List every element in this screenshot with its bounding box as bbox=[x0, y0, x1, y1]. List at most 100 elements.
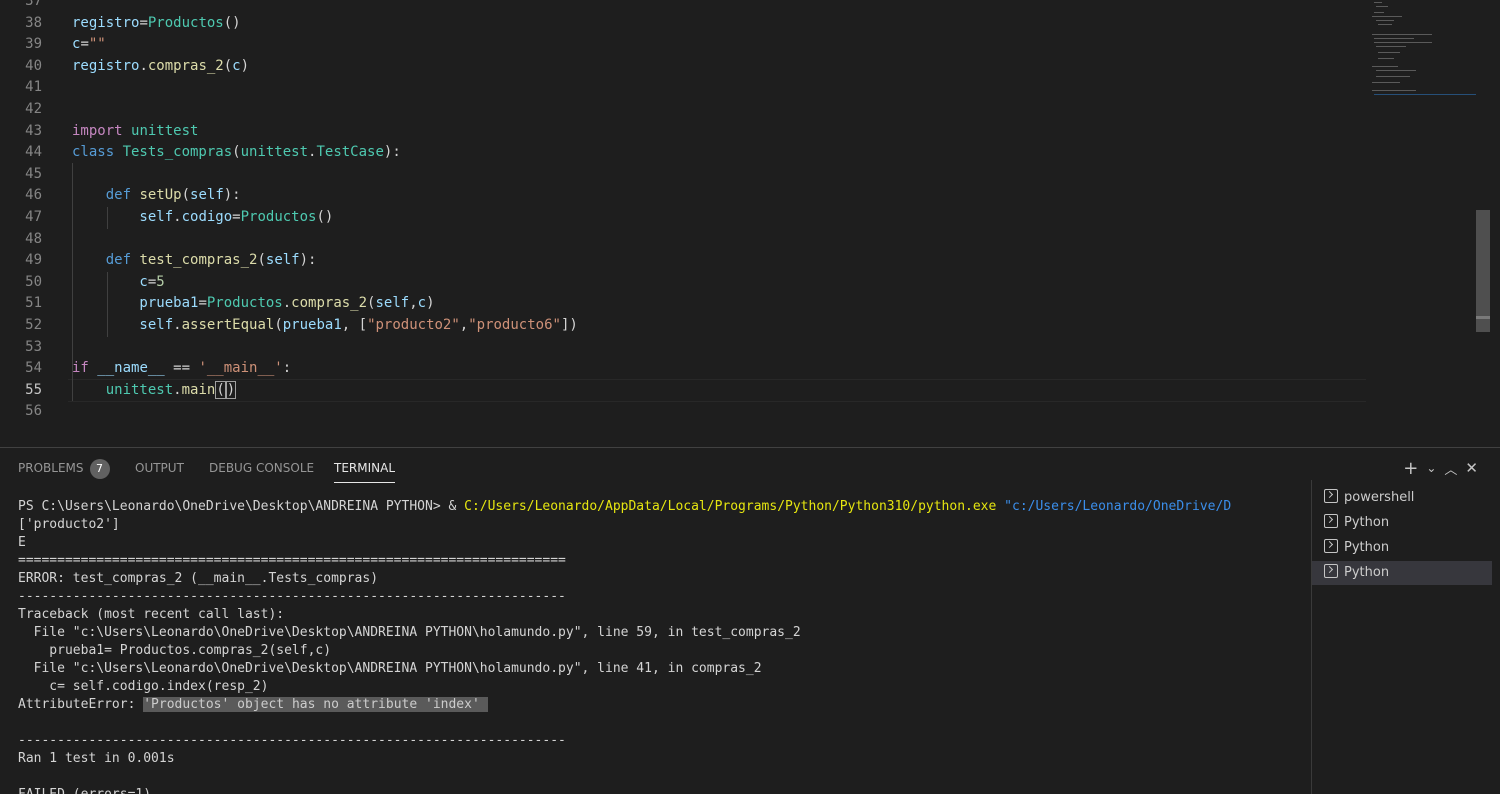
code-token: self bbox=[190, 187, 224, 204]
terminal-item-powershell[interactable]: powershell bbox=[1312, 486, 1492, 510]
code-token: . bbox=[173, 209, 182, 225]
tab-terminal[interactable]: TERMINAL bbox=[334, 458, 396, 483]
python-exe-path: C:/Users/Leonardo/AppData/Local/Programs… bbox=[464, 499, 997, 514]
code-text: registro=Productos() bbox=[72, 13, 241, 35]
code-token: "" bbox=[88, 36, 106, 53]
code-text: c="" bbox=[72, 34, 106, 56]
selected-error-message: 'Productos' object has no attribute 'ind… bbox=[143, 697, 488, 712]
terminal-item-python[interactable]: Python bbox=[1312, 536, 1492, 560]
script-path-arg: "c:/Users/Leonardo/OneDrive/D bbox=[996, 499, 1232, 514]
code-text: unittest.main() bbox=[72, 380, 237, 402]
terminal-line: E bbox=[18, 535, 26, 550]
code-token: import bbox=[72, 122, 132, 139]
terminal-line: File "c:\Users\Leonardo\OneDrive\Desktop… bbox=[18, 625, 801, 640]
tab-debug-console[interactable]: DEBUG CONSOLE bbox=[209, 458, 314, 482]
code-text: def setUp(self): bbox=[72, 185, 241, 207]
code-token: "producto6" bbox=[468, 317, 561, 333]
line-number: 48 bbox=[25, 230, 42, 247]
line-number: 53 bbox=[25, 338, 42, 355]
minimap-line bbox=[1376, 76, 1410, 77]
code-token: ]) bbox=[560, 317, 578, 333]
line-number: 43 bbox=[25, 122, 42, 139]
code-text: if __name__ == '__main__': bbox=[72, 358, 291, 380]
tab-label: OUTPUT bbox=[135, 461, 184, 475]
code-token: c bbox=[417, 295, 427, 312]
code-token: unittest bbox=[240, 144, 309, 161]
editor-scrollbar-thumb[interactable] bbox=[1476, 210, 1490, 332]
code-token: ): bbox=[223, 187, 241, 204]
chevron-down-icon[interactable]: ⌄ bbox=[1426, 461, 1436, 475]
code-token: ( bbox=[215, 380, 226, 399]
terminal-lines: ----------------------------------------… bbox=[18, 714, 1308, 794]
code-token: = bbox=[198, 295, 207, 312]
code-token: . bbox=[173, 317, 182, 333]
terminal-line: c= self.codigo.index(resp_2) bbox=[18, 679, 269, 694]
code-token: Productos bbox=[240, 209, 317, 225]
code-token: def bbox=[72, 252, 140, 269]
minimap-line bbox=[1372, 16, 1402, 17]
code-token: '__main__' bbox=[198, 360, 283, 377]
line-number: 46 bbox=[25, 187, 42, 204]
line-number: 40 bbox=[25, 57, 42, 74]
code-token: c bbox=[72, 273, 148, 290]
code-token: test_compras_2 bbox=[139, 252, 258, 269]
terminal-line: prueba1= Productos.compras_2(self,c) bbox=[18, 643, 332, 658]
code-editor[interactable]: 37 38 registro=Productos() 39 c="" 40 registro… bbox=[0, 0, 1500, 447]
code-token: registro bbox=[72, 57, 140, 74]
terminal-item-python-active[interactable]: Python bbox=[1312, 561, 1492, 585]
line-number: 55 bbox=[25, 381, 42, 398]
tab-output[interactable]: OUTPUT bbox=[135, 458, 184, 482]
minimap-line bbox=[1374, 42, 1432, 43]
code-token: codigo bbox=[181, 209, 233, 225]
code-token: ) bbox=[426, 295, 435, 312]
minimap-line bbox=[1374, 94, 1478, 95]
code-text: c=5 bbox=[72, 272, 164, 294]
error-prefix: AttributeError: bbox=[18, 697, 144, 712]
line-number: 50 bbox=[25, 273, 42, 290]
terminal-item-python[interactable]: Python bbox=[1312, 511, 1492, 535]
code-text: self.assertEqual(prueba1, ["producto2","… bbox=[72, 315, 578, 337]
code-token: () bbox=[223, 14, 241, 31]
code-token: Tests_compras bbox=[122, 144, 233, 161]
code-token: ( bbox=[223, 57, 233, 74]
close-panel-icon[interactable]: ✕ bbox=[1465, 459, 1478, 477]
code-token: unittest bbox=[72, 381, 174, 398]
terminal-line: Traceback (most recent call last): bbox=[18, 607, 285, 622]
code-text: class Tests_compras(unittest.TestCase): bbox=[72, 142, 401, 164]
minimap-line bbox=[1378, 58, 1394, 59]
tab-problems[interactable]: PROBLEMS 7 bbox=[18, 458, 110, 482]
code-text: registro.compras_2(c) bbox=[72, 56, 249, 78]
terminal-icon bbox=[1324, 539, 1338, 553]
terminal-line: ERROR: test_compras_2 (__main__.Tests_co… bbox=[18, 571, 379, 586]
terminal-output[interactable]: PS C:\Users\Leonardo\OneDrive\Desktop\AN… bbox=[18, 498, 1308, 794]
code-text: prueba1=Productos.compras_2(self,c) bbox=[72, 293, 435, 315]
code-token: . bbox=[173, 381, 182, 398]
line-number: 56 bbox=[25, 403, 42, 420]
minimap-line bbox=[1372, 66, 1398, 67]
terminal-line: ----------------------------------------… bbox=[18, 589, 566, 604]
new-terminal-icon[interactable]: + bbox=[1403, 458, 1418, 479]
minimap[interactable] bbox=[1370, 0, 1478, 110]
terminal-line: ========================================… bbox=[18, 553, 566, 568]
terminal-command-line: PS C:\Users\Leonardo\OneDrive\Desktop\AN… bbox=[18, 498, 1308, 516]
tab-label: PROBLEMS bbox=[18, 461, 84, 475]
minimap-line bbox=[1372, 82, 1400, 83]
code-token: assertEqual bbox=[181, 317, 275, 333]
code-token: ) bbox=[240, 57, 250, 74]
terminal-error-line: AttributeError: 'Productos' object has n… bbox=[18, 696, 1308, 714]
minimap-line bbox=[1376, 46, 1406, 47]
terminal-line: File "c:\Users\Leonardo\OneDrive\Desktop… bbox=[18, 661, 762, 676]
terminal-icon bbox=[1324, 489, 1338, 503]
scrollbar-cursor-marker bbox=[1476, 316, 1490, 319]
maximize-panel-icon[interactable]: ︿ bbox=[1444, 459, 1457, 478]
line-number: 42 bbox=[25, 101, 42, 117]
minimap-line bbox=[1374, 2, 1382, 3]
code-token: compras_2 bbox=[147, 57, 224, 74]
terminal-list: powershell Python Python Python bbox=[1311, 480, 1492, 794]
minimap-line bbox=[1378, 52, 1400, 53]
current-line-highlight bbox=[68, 379, 1366, 402]
problems-count-badge: 7 bbox=[89, 458, 110, 479]
line-number: 37 bbox=[25, 0, 42, 9]
